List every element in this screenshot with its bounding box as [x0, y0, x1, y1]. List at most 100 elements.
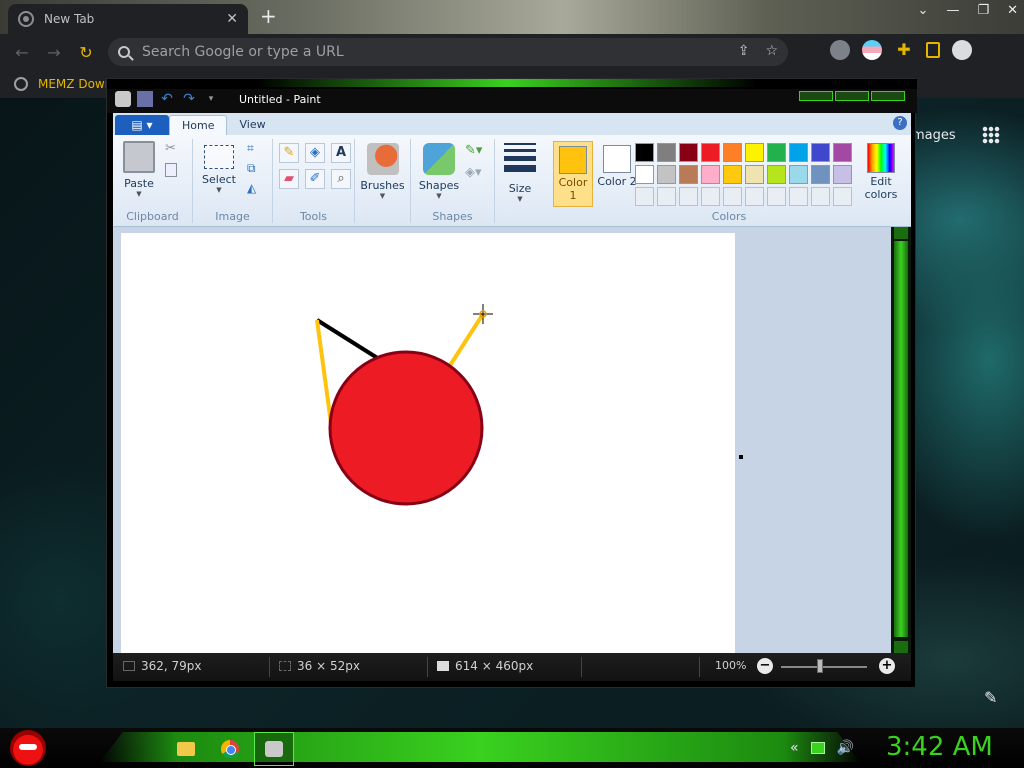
palette-swatch-r1-6[interactable] [745, 143, 764, 162]
flag-extension-icon[interactable] [862, 40, 882, 60]
customize-qat-icon[interactable]: ▾ [203, 91, 219, 107]
profile-avatar-icon[interactable] [952, 40, 972, 60]
color2-button[interactable]: Color 2 [597, 141, 637, 207]
taskbar-explorer[interactable] [166, 732, 206, 766]
palette-swatch-r1-5[interactable] [723, 143, 742, 162]
omnibox[interactable]: Search Google or type a URL ⇪ ☆ [108, 38, 788, 66]
close-tab-icon[interactable]: ✕ [226, 11, 238, 27]
close-window-icon[interactable]: ✕ [1007, 3, 1018, 18]
palette-swatch-r1-7[interactable] [767, 143, 786, 162]
scroll-up-arrow[interactable] [894, 227, 908, 239]
copy-icon[interactable] [165, 163, 177, 177]
group-brushes[interactable]: Brushes ▼ [355, 139, 411, 223]
palette-swatch-r1-4[interactable] [701, 143, 720, 162]
fill-icon[interactable]: ◈▾ [465, 165, 482, 180]
crop-icon[interactable]: ⌗ [247, 141, 254, 156]
canvas-resize-handle[interactable] [739, 455, 743, 459]
bookmark-star-icon[interactable]: ☆ [765, 43, 778, 59]
fill-bucket-icon[interactable]: ◈ [305, 143, 325, 163]
palette-empty-slot-2[interactable] [657, 187, 676, 206]
zoom-in-button[interactable]: + [879, 658, 895, 674]
palette-empty-slot-10[interactable] [833, 187, 852, 206]
zoom-slider-track[interactable] [781, 666, 867, 668]
palette-empty-slot-5[interactable] [723, 187, 742, 206]
paint-minimize-button[interactable] [799, 91, 833, 101]
scroll-thumb[interactable] [894, 241, 908, 637]
palette-swatch-r2-4[interactable] [701, 165, 720, 184]
extensions-puzzle-icon[interactable]: ✚ [894, 40, 914, 60]
palette-swatch-r2-6[interactable] [745, 165, 764, 184]
bookmark-memz[interactable]: MEMZ Down [14, 77, 112, 91]
reload-icon[interactable]: ↻ [70, 43, 102, 62]
zoom-out-button[interactable]: − [757, 658, 773, 674]
palette-swatch-r2-10[interactable] [833, 165, 852, 184]
palette-swatch-r1-8[interactable] [789, 143, 808, 162]
redo-icon[interactable]: ↷ [181, 91, 197, 107]
tab-view[interactable]: View [227, 115, 277, 135]
palette-swatch-r2-9[interactable] [811, 165, 830, 184]
tab-home[interactable]: Home [169, 115, 228, 135]
scroll-down-arrow[interactable] [894, 641, 908, 653]
google-images-link[interactable]: mages [912, 128, 956, 143]
chrome-tab-new-tab[interactable]: New Tab ✕ [8, 4, 248, 34]
vertical-scrollbar[interactable] [891, 227, 911, 653]
text-tool-icon[interactable]: A [331, 143, 351, 163]
palette-swatch-r2-8[interactable] [789, 165, 808, 184]
show-hidden-icons[interactable]: « [790, 740, 799, 756]
palette-empty-slot-1[interactable] [635, 187, 654, 206]
forward-icon[interactable]: → [38, 43, 70, 62]
paste-button[interactable]: Paste ▼ [121, 139, 157, 198]
share-icon[interactable]: ⇪ [738, 43, 750, 59]
palette-empty-slot-6[interactable] [745, 187, 764, 206]
edit-colors-button[interactable]: Edit colors [859, 139, 903, 201]
color1-button[interactable]: Color 1 [553, 141, 593, 207]
minimize-icon[interactable]: — [946, 3, 959, 18]
volume-icon[interactable]: 🔊 [837, 740, 854, 756]
palette-swatch-r1-9[interactable] [811, 143, 830, 162]
magnifier-icon[interactable]: ⌕ [331, 169, 351, 189]
palette-swatch-r1-3[interactable] [679, 143, 698, 162]
taskbar-clock[interactable]: 3:42 AM [886, 732, 993, 762]
paint-app-icon[interactable] [115, 91, 131, 107]
network-icon[interactable] [810, 742, 825, 754]
tab-search-icon[interactable]: ⌄ [918, 3, 929, 18]
palette-empty-slot-3[interactable] [679, 187, 698, 206]
ublock-extension-icon[interactable] [830, 40, 850, 60]
palette-swatch-r1-1[interactable] [635, 143, 654, 162]
palette-swatch-r2-1[interactable] [635, 165, 654, 184]
google-apps-grid-icon[interactable] [982, 126, 1000, 144]
pencil-icon[interactable]: ✎ [279, 143, 299, 163]
shapes-button[interactable]: Shapes ▼ [417, 139, 461, 200]
cut-icon[interactable]: ✂ [165, 141, 176, 156]
palette-swatch-r1-10[interactable] [833, 143, 852, 162]
palette-swatch-r2-2[interactable] [657, 165, 676, 184]
help-icon[interactable]: ? [893, 116, 907, 130]
palette-empty-slot-4[interactable] [701, 187, 720, 206]
palette-swatch-r2-7[interactable] [767, 165, 786, 184]
eraser-icon[interactable]: ▰ [279, 169, 299, 189]
start-button-icon[interactable] [10, 730, 46, 766]
zoom-slider-thumb[interactable] [817, 659, 823, 673]
palette-empty-slot-8[interactable] [789, 187, 808, 206]
palette-empty-slot-9[interactable] [811, 187, 830, 206]
taskbar-paint[interactable] [254, 732, 294, 766]
file-menu-button[interactable]: ▤ ▾ [115, 115, 169, 135]
side-panel-icon[interactable] [926, 42, 940, 58]
palette-swatch-r1-2[interactable] [657, 143, 676, 162]
taskbar-chrome[interactable] [210, 732, 250, 766]
select-button[interactable]: Select ▼ [199, 139, 239, 194]
customize-pencil-icon[interactable]: ✎ [984, 688, 997, 707]
back-icon[interactable]: ← [6, 43, 38, 62]
palette-swatch-r2-5[interactable] [723, 165, 742, 184]
paint-title-bar[interactable]: ↶ ↷ ▾ Untitled - Paint [107, 79, 917, 113]
undo-icon[interactable]: ↶ [159, 91, 175, 107]
group-size[interactable]: Size ▼ [495, 139, 545, 223]
paint-maximize-button[interactable] [835, 91, 869, 101]
save-icon[interactable] [137, 91, 153, 107]
resize-icon[interactable]: ⧉ [247, 161, 256, 176]
rotate-icon[interactable]: ◭ [247, 181, 256, 195]
outline-icon[interactable]: ✎▾ [465, 143, 482, 158]
restore-icon[interactable]: ❐ [977, 3, 989, 18]
color-picker-icon[interactable]: ✐ [305, 169, 325, 189]
palette-swatch-r2-3[interactable] [679, 165, 698, 184]
